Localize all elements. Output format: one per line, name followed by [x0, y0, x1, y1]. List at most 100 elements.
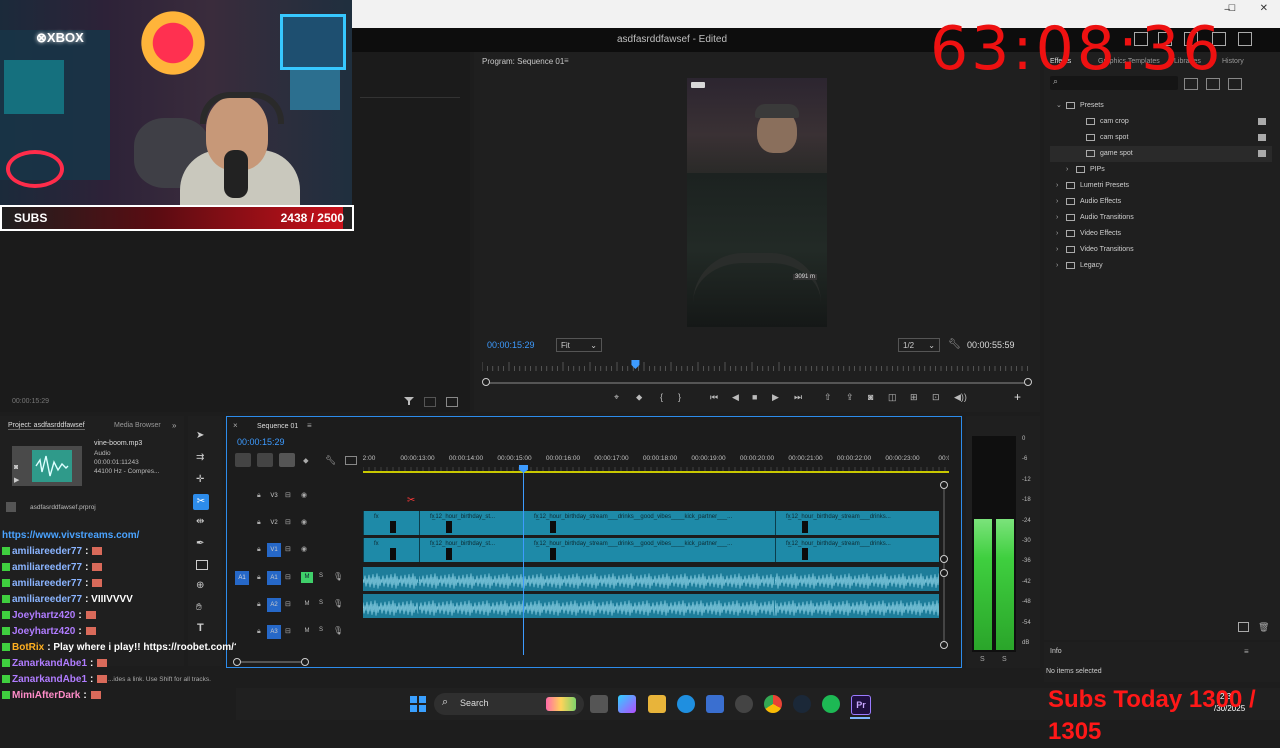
sync-lock-icon[interactable]: ⊟: [285, 600, 291, 608]
media-thumbnail[interactable]: ◙ ▶: [12, 446, 82, 486]
video-clip[interactable]: fx _12_hour_birthday_st...: [419, 511, 526, 535]
track-select-tool-icon[interactable]: ⇉: [196, 452, 204, 463]
add-marker-icon[interactable]: ⬥: [636, 392, 642, 403]
chat-username[interactable]: ZanarkandAbe1: [12, 658, 87, 669]
windows-start-icon[interactable]: [410, 696, 426, 712]
horizontal-scrollbar[interactable]: [233, 658, 309, 666]
lock-icon[interactable]: 🔒︎: [257, 601, 261, 609]
slip-tool-icon[interactable]: ⇹: [196, 516, 204, 527]
chat-username[interactable]: Joeyhartz420: [12, 610, 75, 621]
audio-clip[interactable]: [419, 594, 525, 618]
track-label-a2[interactable]: A2: [267, 598, 281, 612]
effects-tree-item[interactable]: cam crop: [1050, 114, 1272, 130]
ripple-edit-tool-icon[interactable]: ✛: [196, 474, 204, 485]
chevron-right-icon[interactable]: ›: [1056, 226, 1058, 242]
sync-lock-icon[interactable]: ⊟: [285, 573, 291, 581]
mic-icon[interactable]: 🎙︎: [333, 599, 343, 608]
resolution-dropdown[interactable]: 1/2 ⌄: [898, 338, 940, 352]
chevron-down-icon[interactable]: ⌄: [1056, 98, 1062, 114]
store-icon[interactable]: [706, 695, 724, 713]
trash-icon[interactable]: 🗑︎: [1258, 622, 1269, 633]
video-clip[interactable]: fx: [363, 538, 420, 562]
panel-menu-icon[interactable]: ≡: [307, 421, 312, 430]
sync-lock-icon[interactable]: ⊟: [285, 545, 291, 553]
audio-clip[interactable]: [363, 567, 419, 591]
timeline-current-time[interactable]: 00:00:15:29: [237, 437, 285, 447]
mic-icon[interactable]: 🎙︎: [333, 626, 343, 635]
chevron-right-icon[interactable]: ›: [1056, 258, 1058, 274]
mark-in-icon[interactable]: {: [660, 392, 663, 402]
play-icon[interactable]: ▶: [14, 476, 19, 484]
marker-icon[interactable]: ⌖: [614, 392, 619, 403]
chat-username[interactable]: ZanarkandAbe1: [12, 674, 87, 685]
track-label-a1[interactable]: A1: [267, 571, 281, 585]
wrench-icon[interactable]: 🔧︎: [325, 455, 336, 466]
video-clip[interactable]: fx _12_hour_birthday_stream___drinks__goo…: [523, 538, 776, 562]
chevron-right-icon[interactable]: ›: [1056, 242, 1058, 258]
new-bin-icon[interactable]: [1238, 622, 1249, 632]
task-view-icon[interactable]: [590, 695, 608, 713]
chat-username[interactable]: amiliareeder77: [12, 546, 82, 557]
go-to-in-icon[interactable]: ⏮: [710, 392, 718, 403]
tab-history[interactable]: History: [1222, 58, 1244, 65]
audio-clip[interactable]: [419, 567, 525, 591]
razor-tool-icon[interactable]: ✂︎: [193, 494, 209, 510]
lock-icon[interactable]: 🔒︎: [257, 519, 261, 527]
solo-button[interactable]: S: [319, 627, 323, 633]
tab-media-browser[interactable]: Media Browser: [114, 422, 161, 429]
audio-clip[interactable]: [363, 594, 419, 618]
chevron-right-icon[interactable]: ›: [1056, 178, 1058, 194]
sync-lock-icon[interactable]: ⊟: [285, 518, 291, 526]
comparison-icon[interactable]: ◫: [888, 392, 897, 403]
sync-lock-icon[interactable]: ⊟: [285, 491, 291, 499]
export-frame-icon[interactable]: [446, 397, 458, 407]
panel-menu-icon[interactable]: ≡: [564, 56, 569, 65]
audio-clip[interactable]: [775, 594, 939, 618]
audio-clip[interactable]: [775, 567, 939, 591]
zoom-handle-right[interactable]: [1024, 378, 1032, 386]
snap-icon[interactable]: [257, 453, 273, 467]
track-label-v1[interactable]: V1: [267, 543, 281, 557]
yuv-effects-icon[interactable]: [1228, 78, 1242, 90]
audio-clip[interactable]: [523, 567, 775, 591]
solo-button[interactable]: S: [319, 573, 323, 579]
restore-button[interactable]: ☐: [1228, 3, 1236, 14]
camera-icon[interactable]: ◙: [868, 392, 873, 402]
chat-username[interactable]: MimiAfterDark: [12, 690, 80, 701]
spotify-icon[interactable]: [822, 695, 840, 713]
effects-tree-item[interactable]: game spot: [1050, 146, 1272, 162]
zoom-handle-left[interactable]: [482, 378, 490, 386]
track-label-a3[interactable]: A3: [267, 625, 281, 639]
program-playhead[interactable]: [631, 360, 640, 369]
add-marker-icon[interactable]: ⬥: [303, 456, 309, 466]
effects-tree-item[interactable]: › Video Transitions: [1050, 242, 1272, 258]
edge-icon[interactable]: [677, 695, 695, 713]
funnel-icon[interactable]: [404, 396, 414, 406]
chat-username[interactable]: amiliareeder77: [12, 562, 82, 573]
stop-icon[interactable]: ■: [752, 392, 757, 402]
track-label-v2[interactable]: V2: [267, 516, 281, 530]
lock-icon[interactable]: 🔒︎: [257, 574, 261, 582]
effects-tree-item[interactable]: › Legacy: [1050, 258, 1272, 274]
steam-icon[interactable]: [793, 695, 811, 713]
effects-tree-item[interactable]: › Video Effects: [1050, 226, 1272, 242]
extract-icon[interactable]: ⇪: [846, 392, 854, 403]
sync-lock-icon[interactable]: ⊟: [285, 627, 291, 635]
mute-button[interactable]: M: [301, 626, 313, 637]
audio-clip[interactable]: [523, 594, 775, 618]
panel-menu-icon[interactable]: ≡: [1244, 647, 1249, 656]
insert-sequence-icon[interactable]: [235, 453, 251, 467]
insert-icon[interactable]: [424, 397, 436, 407]
video-clip[interactable]: fx _12_hour_birthday_st...: [419, 538, 526, 562]
effects-tree-item[interactable]: › Audio Transitions: [1050, 210, 1272, 226]
chat-username[interactable]: Joeyhartz420: [12, 626, 75, 637]
captions-icon[interactable]: [345, 456, 357, 465]
lock-icon[interactable]: 🔒︎: [257, 492, 261, 500]
fit-dropdown[interactable]: Fit ⌄: [556, 338, 602, 352]
copilot-icon[interactable]: [618, 695, 636, 713]
eye-icon[interactable]: ◉: [301, 491, 307, 499]
wrench-icon[interactable]: 🔧︎: [948, 339, 961, 350]
fx-badge[interactable]: fx: [374, 514, 379, 520]
chevron-right-icon[interactable]: ›: [1056, 194, 1058, 210]
tab-project[interactable]: Project: asdfasrddfawsef: [8, 422, 85, 430]
